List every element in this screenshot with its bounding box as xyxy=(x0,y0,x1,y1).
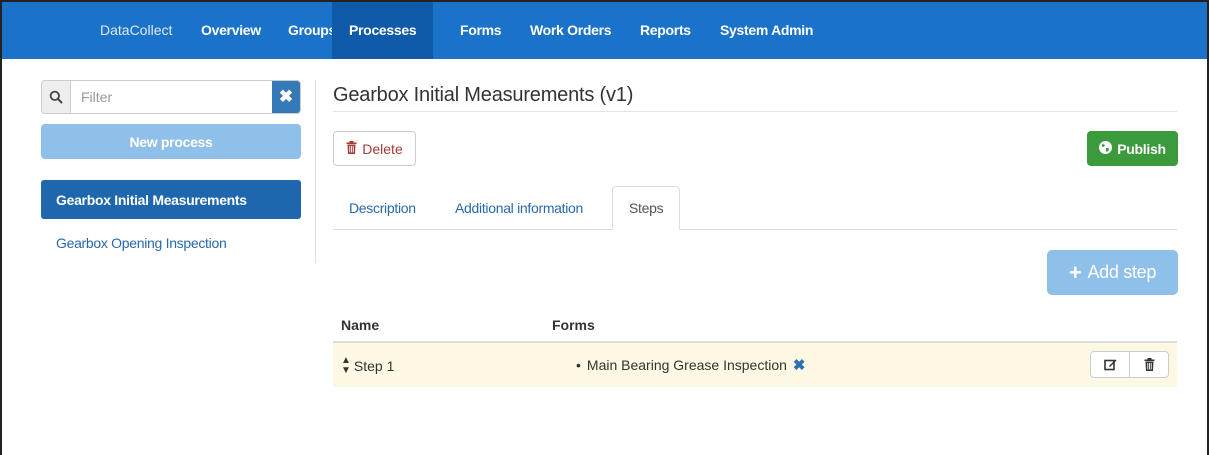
step-form-item: • Main Bearing Grease Inspection ✖ xyxy=(576,356,805,374)
column-header-name: Name xyxy=(341,317,380,333)
nav-item-forms[interactable]: Forms xyxy=(443,2,518,59)
delete-label: Delete xyxy=(362,140,403,157)
row-actions xyxy=(1090,351,1169,378)
publish-label: Publish xyxy=(1117,140,1166,157)
delete-button[interactable]: Delete xyxy=(333,131,416,166)
step-name: Step 1 xyxy=(353,358,395,374)
step-name-cell[interactable]: ▲ ▼ Step 1 xyxy=(341,356,394,376)
page-title: Gearbox Initial Measurements (v1) xyxy=(333,84,634,106)
nav-item-system-admin[interactable]: System Admin xyxy=(703,2,830,59)
nav-item-reports[interactable]: Reports xyxy=(623,2,708,59)
top-navbar: DataCollect Overview Groups Processes Fo… xyxy=(2,2,1207,59)
plus-icon: + xyxy=(1068,259,1082,285)
bullet: • xyxy=(576,357,581,373)
sort-icon[interactable]: ▲ ▼ xyxy=(341,356,351,376)
new-process-button[interactable]: New process xyxy=(41,124,301,159)
sidebar-divider xyxy=(315,80,316,263)
close-icon[interactable]: ✖ xyxy=(272,81,300,113)
tab-additional-information[interactable]: Additional information xyxy=(439,186,599,230)
column-header-forms: Forms xyxy=(552,317,595,333)
trash-icon[interactable] xyxy=(1129,352,1168,377)
edit-icon[interactable] xyxy=(1091,352,1129,377)
globe-icon xyxy=(1099,140,1113,157)
add-step-button[interactable]: + Add step xyxy=(1047,250,1178,295)
nav-item-processes[interactable]: Processes xyxy=(332,2,434,59)
filter-group: ✖ xyxy=(41,80,301,114)
close-icon[interactable]: ✖ xyxy=(793,356,806,374)
process-item-gearbox-initial-measurements[interactable]: Gearbox Initial Measurements xyxy=(41,180,301,219)
filter-input[interactable] xyxy=(71,81,272,113)
brand-logo[interactable]: DataCollect xyxy=(100,22,172,38)
process-item-label: Gearbox Initial Measurements xyxy=(56,191,247,208)
publish-button[interactable]: Publish xyxy=(1087,131,1178,166)
process-item-label: Gearbox Opening Inspection xyxy=(56,234,227,251)
title-divider xyxy=(333,111,1177,112)
search-icon xyxy=(42,81,71,113)
nav-item-overview[interactable]: Overview xyxy=(184,2,278,59)
add-step-label: Add step xyxy=(1087,262,1157,282)
form-name: Main Bearing Grease Inspection xyxy=(586,357,787,373)
nav-item-work-orders[interactable]: Work Orders xyxy=(513,2,628,59)
tab-steps[interactable]: Steps xyxy=(612,186,681,230)
process-item-gearbox-opening-inspection[interactable]: Gearbox Opening Inspection xyxy=(41,223,301,262)
tab-description[interactable]: Description xyxy=(333,186,432,230)
table-row: ▲ ▼ Step 1 • Main Bearing Grease Inspecti… xyxy=(333,343,1177,387)
trash-icon xyxy=(346,140,357,157)
